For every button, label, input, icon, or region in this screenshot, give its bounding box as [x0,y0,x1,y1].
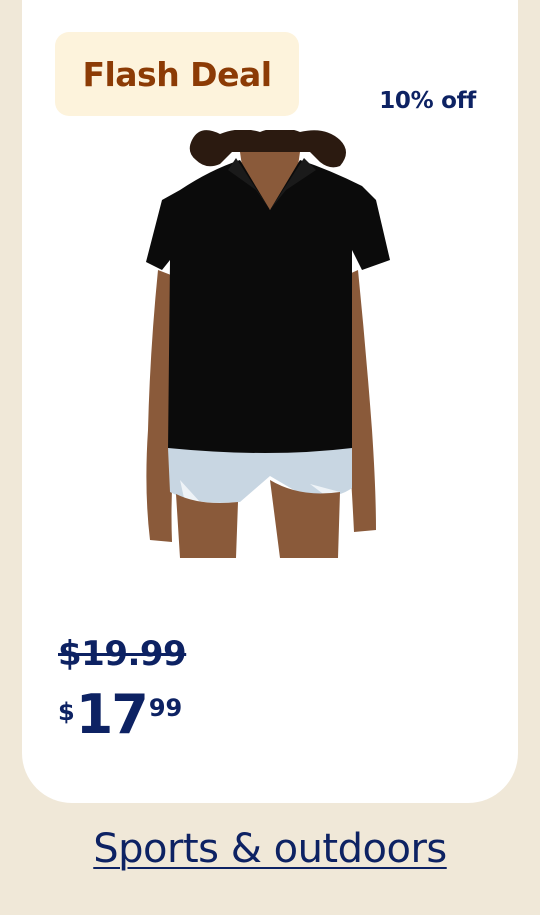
product-image[interactable] [140,128,400,558]
discount-label: 10% off [379,88,476,114]
flash-deal-badge: Flash Deal [55,32,299,116]
currency-symbol: $ [58,698,75,726]
price-whole: 17 [75,683,149,746]
sale-price: $ 17 99 [58,688,182,742]
price-cents: 99 [148,694,183,722]
category-link[interactable]: Sports & outdoors [0,826,540,872]
original-price: $19.99 [58,634,187,674]
flash-deal-label: Flash Deal [82,54,272,94]
